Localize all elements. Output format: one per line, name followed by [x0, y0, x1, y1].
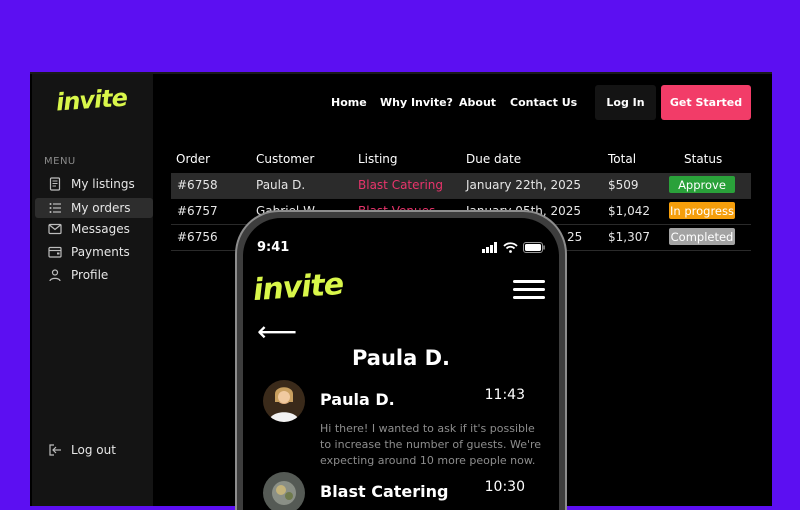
wifi-icon [503, 242, 518, 253]
nav-contact[interactable]: Contact Us [510, 96, 577, 109]
order-total: $1,042 [608, 204, 650, 218]
logout-label: Log out [71, 443, 116, 457]
sidebar-item-label: My listings [71, 177, 135, 191]
sidebar-item-my-orders[interactable]: My orders [35, 198, 153, 218]
message-sender: Paula D. [320, 390, 395, 409]
sidebar: invite MENU My listings My orders Messag… [32, 74, 153, 506]
phone-app-logo[interactable]: invite [252, 267, 344, 308]
battery-icon [523, 242, 545, 253]
order-id: #6758 [177, 178, 218, 192]
sidebar-item-payments[interactable]: Payments [35, 242, 153, 262]
phone-status-bar [482, 242, 545, 253]
sidebar-item-profile[interactable]: Profile [35, 265, 153, 285]
listing-icon [48, 177, 62, 191]
hamburger-menu-icon[interactable] [513, 280, 545, 299]
orders-icon [48, 201, 62, 215]
due-date: 25 [567, 230, 583, 244]
col-header-customer[interactable]: Customer [256, 152, 314, 166]
message-sender: Blast Catering [320, 482, 449, 501]
mail-icon [48, 222, 62, 236]
user-icon [48, 268, 62, 282]
listing-link[interactable]: Blast Catering [358, 178, 443, 192]
avatar [263, 472, 305, 510]
col-header-status[interactable]: Status [684, 152, 722, 166]
back-arrow-icon[interactable]: ⟵ [257, 318, 297, 346]
wallet-icon [48, 245, 62, 259]
sidebar-item-label: Profile [71, 268, 109, 282]
nav-home[interactable]: Home [331, 96, 367, 109]
order-id: #6756 [177, 230, 218, 244]
message-time: 11:43 [484, 387, 525, 403]
get-started-button[interactable]: Get Started [661, 85, 751, 120]
sidebar-item-my-listings[interactable]: My listings [35, 174, 153, 194]
logout-icon [48, 443, 62, 457]
sidebar-item-label: Payments [71, 245, 130, 259]
message-preview: Hi there! I wanted to ask if it's possib… [320, 422, 542, 467]
status-badge: Completed [669, 228, 735, 245]
conversation-title: Paula D. [351, 346, 451, 370]
order-total: $1,307 [608, 230, 650, 244]
phone-screen: 9:41 invite ⟵ Paula D. Paula D. 11:43 Hi… [243, 218, 559, 510]
menu-label: MENU [44, 156, 76, 167]
avatar [263, 380, 305, 422]
col-header-due-date[interactable]: Due date [466, 152, 521, 166]
table-row[interactable]: #6758 Paula D. Blast Catering January 22… [171, 173, 751, 199]
logout-button[interactable]: Log out [35, 440, 153, 460]
col-header-listing[interactable]: Listing [358, 152, 398, 166]
order-id: #6757 [177, 204, 218, 218]
sidebar-item-label: My orders [71, 201, 131, 215]
status-badge: In progress [669, 202, 735, 219]
nav-why-invite[interactable]: Why Invite? [380, 96, 453, 109]
col-header-order[interactable]: Order [176, 152, 210, 166]
app-logo[interactable]: invite [55, 84, 128, 117]
phone-mockup: 9:41 invite ⟵ Paula D. Paula D. 11:43 Hi… [235, 210, 567, 510]
due-date: January 22th, 2025 [466, 178, 582, 192]
col-header-total[interactable]: Total [608, 152, 636, 166]
sidebar-item-messages[interactable]: Messages [35, 219, 153, 239]
status-approve-button[interactable]: Approve [669, 176, 735, 193]
customer-name: Paula D. [256, 178, 306, 192]
phone-clock: 9:41 [257, 240, 290, 255]
nav-about[interactable]: About [459, 96, 496, 109]
order-total: $509 [608, 178, 639, 192]
sidebar-item-label: Messages [71, 222, 130, 236]
message-time: 10:30 [484, 479, 525, 495]
login-button[interactable]: Log In [595, 85, 656, 120]
signal-icon [482, 242, 497, 253]
